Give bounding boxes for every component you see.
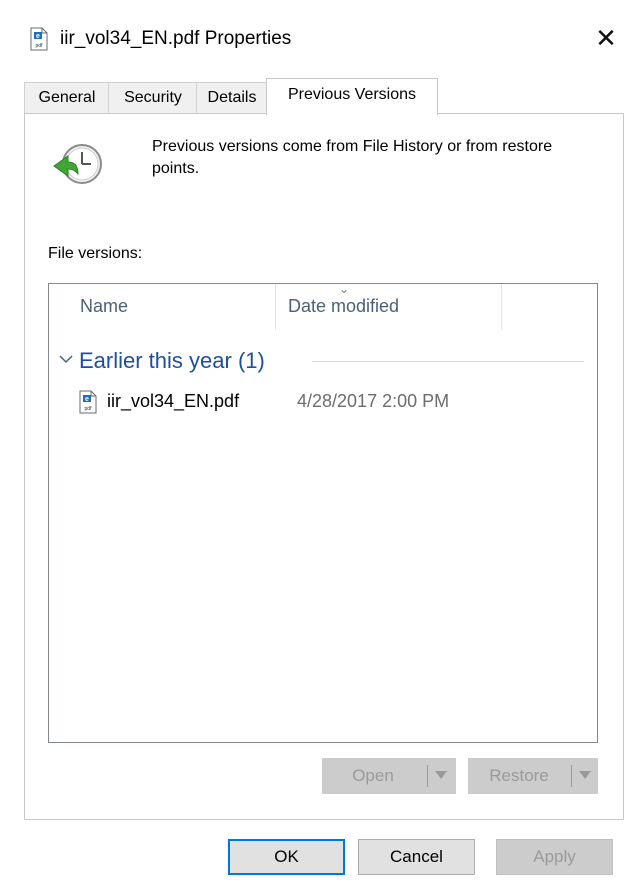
file-date-modified: 4/28/2017 2:00 PM bbox=[297, 391, 450, 411]
column-separator[interactable] bbox=[275, 284, 276, 330]
split-divider bbox=[571, 765, 572, 787]
open-button-label: Open bbox=[352, 766, 394, 785]
column-separator[interactable] bbox=[501, 284, 502, 330]
group-header-earlier-this-year[interactable]: Earlier this year (1) bbox=[57, 348, 587, 378]
svg-text:e: e bbox=[36, 33, 40, 40]
list-item[interactable]: e pdf iir_vol34_EN.pdf 4/28/2017 2:00 PM bbox=[79, 388, 579, 418]
open-dropdown-arrow[interactable] bbox=[430, 759, 452, 793]
restore-button-label: Restore bbox=[489, 766, 549, 785]
tab-details[interactable]: Details bbox=[196, 82, 268, 113]
file-versions-list[interactable]: ⌄ Name Date modified Earlier this year (… bbox=[48, 282, 598, 743]
tab-general[interactable]: General bbox=[24, 82, 110, 113]
pdf-file-icon: e pdf bbox=[30, 27, 48, 51]
file-name: iir_vol34_EN.pdf bbox=[107, 391, 240, 411]
tab-previous-versions[interactable]: Previous Versions bbox=[266, 78, 438, 116]
close-icon: ✕ bbox=[595, 23, 617, 53]
restore-button[interactable]: Restore bbox=[468, 758, 598, 794]
chevron-down-icon[interactable] bbox=[57, 350, 75, 368]
svg-text:e: e bbox=[85, 396, 89, 403]
title-bar[interactable]: e pdf iir_vol34_EN.pdf Properties ✕ bbox=[0, 0, 632, 80]
chevron-down-icon bbox=[579, 771, 591, 779]
apply-button[interactable]: Apply bbox=[496, 839, 613, 875]
ok-button[interactable]: OK bbox=[228, 839, 345, 875]
group-label: Earlier this year (1) bbox=[79, 348, 265, 373]
split-divider bbox=[427, 765, 428, 787]
close-button[interactable]: ✕ bbox=[586, 18, 626, 58]
column-header-name[interactable]: Name bbox=[80, 296, 128, 317]
column-header-date-modified[interactable]: Date modified bbox=[288, 296, 399, 317]
properties-dialog: e pdf iir_vol34_EN.pdf Properties ✕ Gene… bbox=[0, 0, 632, 883]
open-button[interactable]: Open bbox=[322, 758, 456, 794]
svg-text:pdf: pdf bbox=[36, 43, 44, 49]
svg-text:pdf: pdf bbox=[85, 406, 93, 412]
tab-security[interactable]: Security bbox=[108, 82, 198, 113]
restore-dropdown-arrow[interactable] bbox=[574, 759, 596, 793]
window-title: iir_vol34_EN.pdf Properties bbox=[60, 28, 292, 49]
pdf-file-icon: e pdf bbox=[79, 390, 97, 414]
cancel-button[interactable]: Cancel bbox=[358, 839, 475, 875]
file-history-clock-icon bbox=[53, 144, 102, 184]
sort-indicator-icon: ⌄ bbox=[339, 282, 350, 296]
chevron-down-icon bbox=[435, 771, 447, 779]
group-divider bbox=[312, 361, 584, 362]
info-description: Previous versions come from File History… bbox=[152, 138, 553, 177]
file-versions-label: File versions: bbox=[48, 245, 143, 262]
